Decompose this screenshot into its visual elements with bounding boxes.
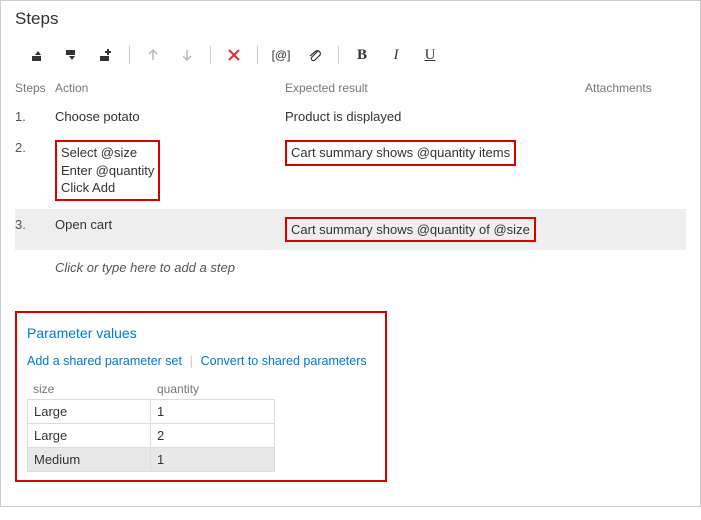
col-action: Action <box>55 81 285 95</box>
page-title: Steps <box>15 9 686 29</box>
param-row[interactable]: Large 2 <box>27 424 375 448</box>
param-row[interactable]: Medium 1 <box>27 448 375 472</box>
link-separator: | <box>190 353 193 368</box>
toolbar-separator <box>338 46 339 64</box>
step-expected[interactable]: Cart summary shows @quantity items <box>285 140 585 166</box>
step-action[interactable]: Open cart <box>55 217 285 232</box>
add-shared-parameter-link[interactable]: Add a shared parameter set <box>27 354 182 368</box>
step-number: 2. <box>15 140 55 155</box>
bold-button[interactable]: B <box>345 41 379 69</box>
col-expected: Expected result <box>285 81 585 95</box>
param-cell-size[interactable]: Large <box>27 399 151 424</box>
steps-header-row: Steps Action Expected result Attachments <box>15 77 686 101</box>
toolbar-separator <box>210 46 211 64</box>
param-row[interactable]: Large 1 <box>27 400 375 424</box>
param-cell-size[interactable]: Large <box>27 423 151 448</box>
insert-step-after-icon[interactable] <box>55 41 89 69</box>
delete-step-icon[interactable] <box>217 41 251 69</box>
col-attachments: Attachments <box>585 81 686 95</box>
toolbar-separator <box>257 46 258 64</box>
step-action[interactable]: Select @size Enter @quantity Click Add <box>55 140 285 201</box>
step-number: 3. <box>15 217 55 232</box>
steps-toolbar: [@] B I U <box>15 39 686 71</box>
insert-parameter-icon[interactable]: [@] <box>264 41 298 69</box>
toolbar-separator <box>129 46 130 64</box>
insert-step-icon[interactable] <box>21 41 55 69</box>
param-cell-qty[interactable]: 1 <box>150 447 275 472</box>
step-expected[interactable]: Cart summary shows @quantity of @size <box>285 217 585 243</box>
add-step-placeholder[interactable]: Click or type here to add a step <box>15 250 686 275</box>
param-cell-qty[interactable]: 1 <box>150 399 275 424</box>
step-row[interactable]: 2. Select @size Enter @quantity Click Ad… <box>15 132 686 209</box>
param-col-quantity: quantity <box>151 378 275 400</box>
move-down-icon <box>170 41 204 69</box>
step-action[interactable]: Choose potato <box>55 109 285 124</box>
parameter-table: size quantity Large 1 Large 2 Medium 1 <box>27 378 375 472</box>
param-cell-qty[interactable]: 2 <box>150 423 275 448</box>
insert-shared-step-icon[interactable] <box>89 41 123 69</box>
italic-button[interactable]: I <box>379 41 413 69</box>
attachment-icon[interactable] <box>298 41 332 69</box>
convert-shared-parameters-link[interactable]: Convert to shared parameters <box>201 354 367 368</box>
step-row[interactable]: 1. Choose potato Product is displayed <box>15 101 686 132</box>
parameter-values-title: Parameter values <box>27 325 375 341</box>
param-cell-size[interactable]: Medium <box>27 447 151 472</box>
step-expected[interactable]: Product is displayed <box>285 109 585 124</box>
underline-button[interactable]: U <box>413 41 447 69</box>
step-number: 1. <box>15 109 55 124</box>
parameter-values-panel: Parameter values Add a shared parameter … <box>15 311 387 482</box>
param-col-size: size <box>27 378 151 400</box>
move-up-icon <box>136 41 170 69</box>
col-steps: Steps <box>15 81 55 95</box>
step-row[interactable]: 3. Open cart Cart summary shows @quantit… <box>15 209 686 251</box>
